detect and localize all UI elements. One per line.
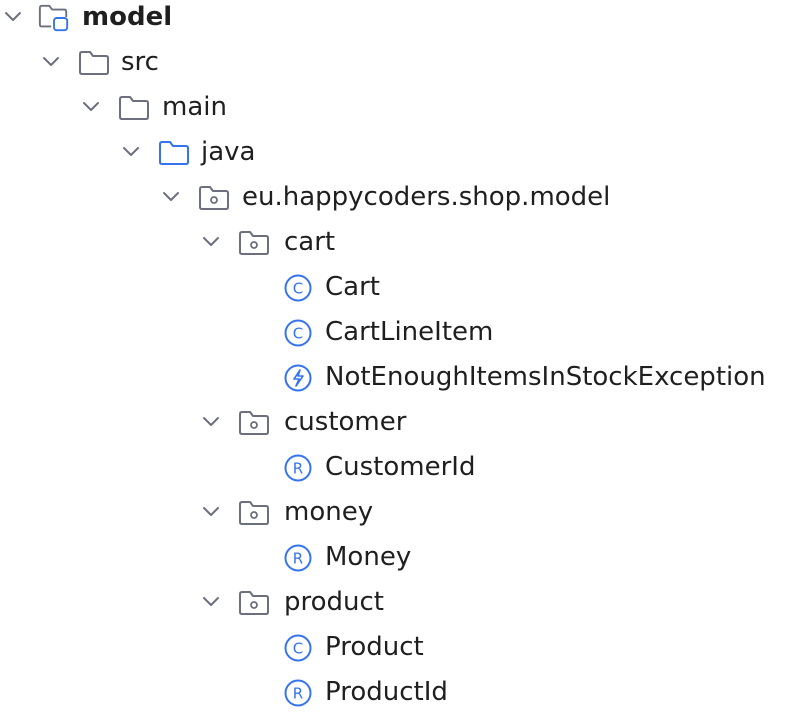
- tree-item-label: src: [121, 47, 159, 77]
- tree-item[interactable]: C Cart: [0, 270, 800, 315]
- tree-item-label: NotEnoughItemsInStockException: [325, 362, 766, 392]
- svg-text:R: R: [293, 460, 303, 478]
- folder-icon: [118, 93, 150, 123]
- record-icon: R: [282, 543, 314, 573]
- package-icon: [238, 498, 270, 528]
- tree-item-label: CustomerId: [325, 452, 476, 482]
- svg-text:R: R: [293, 685, 303, 703]
- tree-item[interactable]: R Money: [0, 540, 800, 585]
- tree-item[interactable]: src: [0, 45, 800, 90]
- class-icon: C: [282, 633, 314, 663]
- package-icon: [198, 183, 230, 213]
- chevron-down-icon[interactable]: [198, 499, 224, 525]
- exception-class-icon: [282, 363, 314, 393]
- tree-item[interactable]: C Product: [0, 630, 800, 675]
- class-icon: C: [282, 273, 314, 303]
- tree-item-label: model: [82, 2, 173, 32]
- chevron-down-icon[interactable]: [78, 94, 104, 120]
- module-icon: [38, 3, 70, 33]
- tree-item[interactable]: NotEnoughItemsInStockException: [0, 360, 800, 405]
- svg-text:C: C: [293, 280, 303, 298]
- chevron-down-icon[interactable]: [198, 589, 224, 615]
- chevron-down-icon[interactable]: [0, 4, 26, 30]
- tree-item[interactable]: customer: [0, 405, 800, 450]
- svg-text:C: C: [293, 325, 303, 343]
- project-tree: model src main java eu.happycoders.shop.mode…: [0, 0, 800, 707]
- folder-icon: [78, 48, 110, 78]
- package-icon: [238, 588, 270, 618]
- tree-item[interactable]: model: [0, 0, 800, 45]
- tree-item-label: main: [162, 92, 227, 122]
- tree-item-label: money: [284, 497, 374, 527]
- tree-item-label: product: [284, 587, 385, 617]
- tree-item-label: Money: [325, 542, 412, 572]
- tree-item[interactable]: java: [0, 135, 800, 180]
- svg-text:R: R: [293, 550, 303, 568]
- tree-item-label: Product: [325, 632, 424, 662]
- tree-item-label: java: [201, 137, 256, 167]
- chevron-down-icon[interactable]: [198, 409, 224, 435]
- chevron-down-icon[interactable]: [158, 184, 184, 210]
- tree-item[interactable]: R ProductId: [0, 675, 800, 720]
- chevron-down-icon[interactable]: [198, 229, 224, 255]
- source-folder-icon: [158, 138, 190, 168]
- tree-item[interactable]: product: [0, 585, 800, 630]
- package-icon: [238, 408, 270, 438]
- tree-item-label: Cart: [325, 272, 380, 302]
- tree-item[interactable]: cart: [0, 225, 800, 270]
- tree-item-label: cart: [284, 227, 336, 257]
- chevron-down-icon[interactable]: [118, 139, 144, 165]
- tree-item[interactable]: C CartLineItem: [0, 315, 800, 360]
- tree-item-label: CartLineItem: [325, 317, 494, 347]
- svg-text:C: C: [293, 640, 303, 658]
- tree-item-label: eu.happycoders.shop.model: [242, 182, 611, 212]
- class-icon: C: [282, 318, 314, 348]
- tree-item[interactable]: R CustomerId: [0, 450, 800, 495]
- chevron-down-icon[interactable]: [38, 49, 64, 75]
- tree-item-label: customer: [284, 407, 407, 437]
- tree-item[interactable]: main: [0, 90, 800, 135]
- tree-item[interactable]: money: [0, 495, 800, 540]
- record-icon: R: [282, 678, 314, 708]
- tree-item-label: ProductId: [325, 677, 448, 707]
- record-icon: R: [282, 453, 314, 483]
- tree-item[interactable]: eu.happycoders.shop.model: [0, 180, 800, 225]
- package-icon: [238, 228, 270, 258]
